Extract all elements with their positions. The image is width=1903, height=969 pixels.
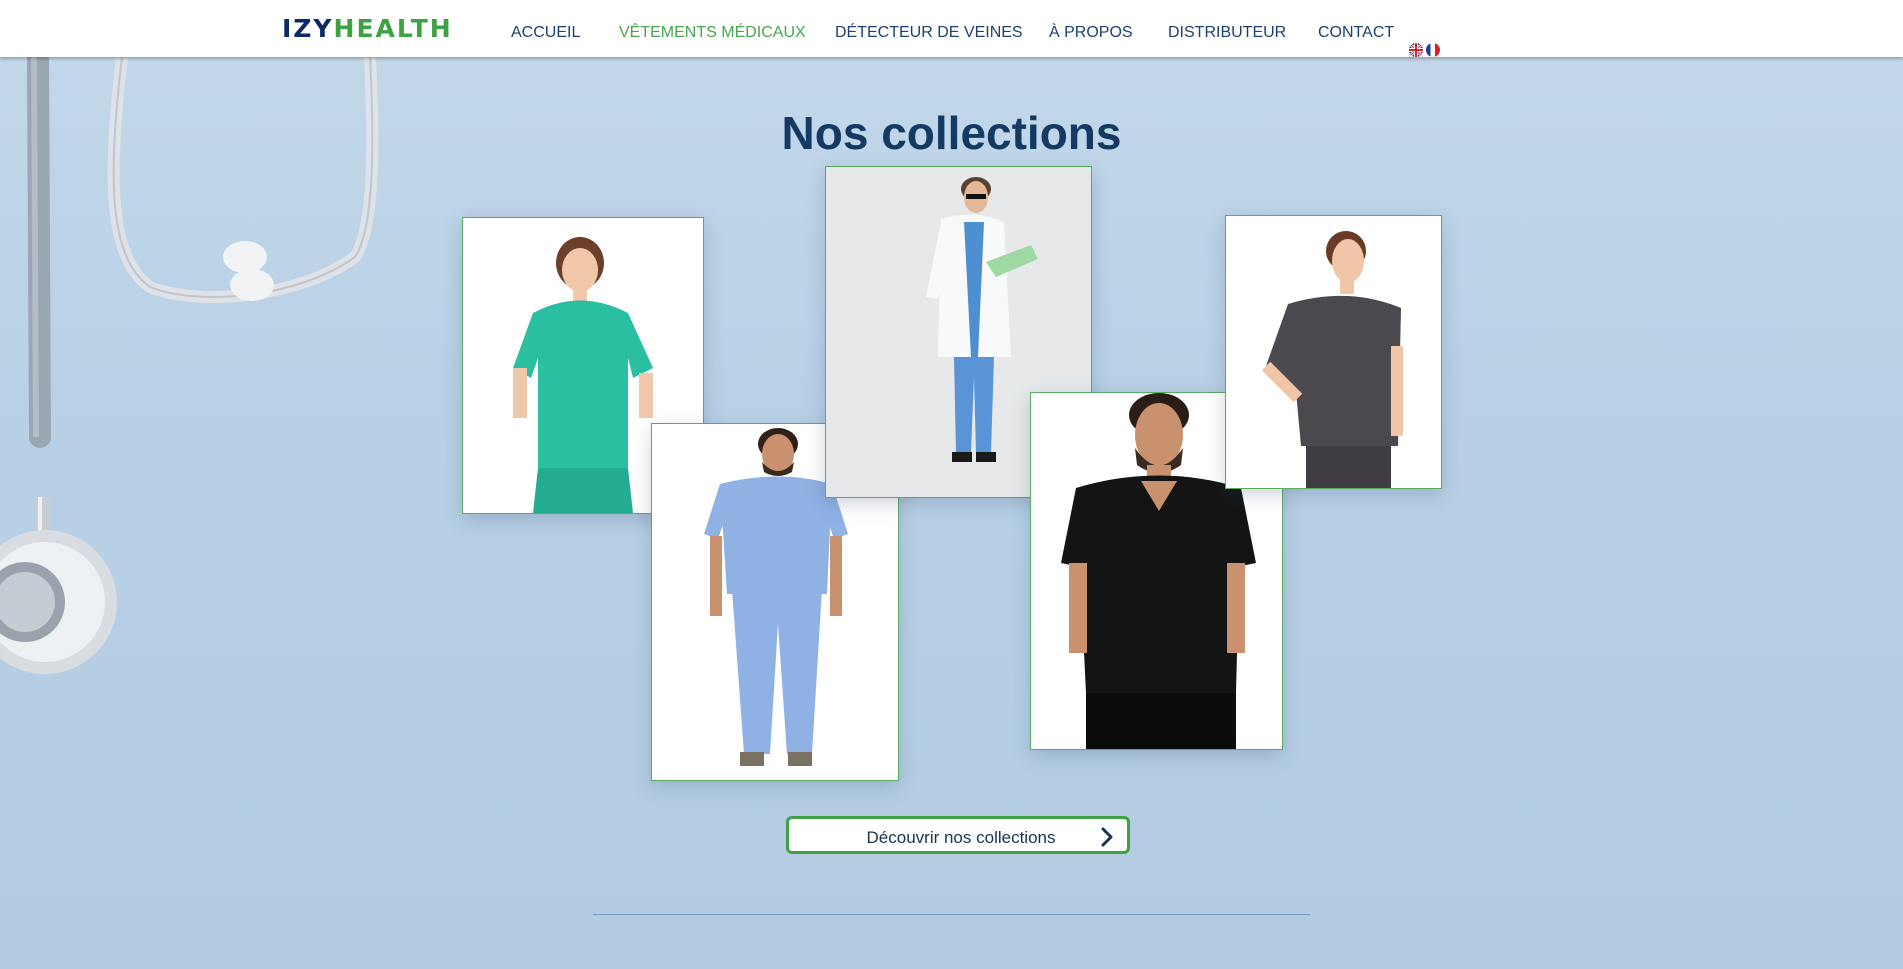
discover-collections-label: Découvrir nos collections [866,828,1056,847]
logo-part-health: HEALTH [333,14,453,43]
uk-flag-icon[interactable] [1409,43,1423,57]
discover-collections-button[interactable]: Découvrir nos collections [786,816,1130,854]
nav-a-propos[interactable]: À PROPOS [1049,24,1133,42]
photo-woman-grey-scrubs[interactable] [1225,215,1442,489]
logo[interactable]: IZYHEALTH [282,14,453,43]
site-header: IZYHEALTH ACCUEIL VÊTEMENTS MÉDICAUX DÉT… [0,0,1903,57]
nav-distributeur[interactable]: DISTRIBUTEUR [1168,24,1286,42]
section-divider [593,914,1310,915]
nav-accueil[interactable]: ACCUEIL [511,24,580,42]
nav-detecteur-de-veines[interactable]: DÉTECTEUR DE VEINES [835,24,1023,42]
chevron-right-icon [1101,827,1113,847]
page-title: Nos collections [781,107,1122,159]
woman-grey-scrubs-image [1226,216,1441,488]
fr-flag-icon[interactable] [1426,43,1440,57]
nav-contact[interactable]: CONTACT [1318,24,1394,42]
logo-part-izy: IZY [282,14,334,43]
nav-vetements-medicaux[interactable]: VÊTEMENTS MÉDICAUX [619,24,806,42]
